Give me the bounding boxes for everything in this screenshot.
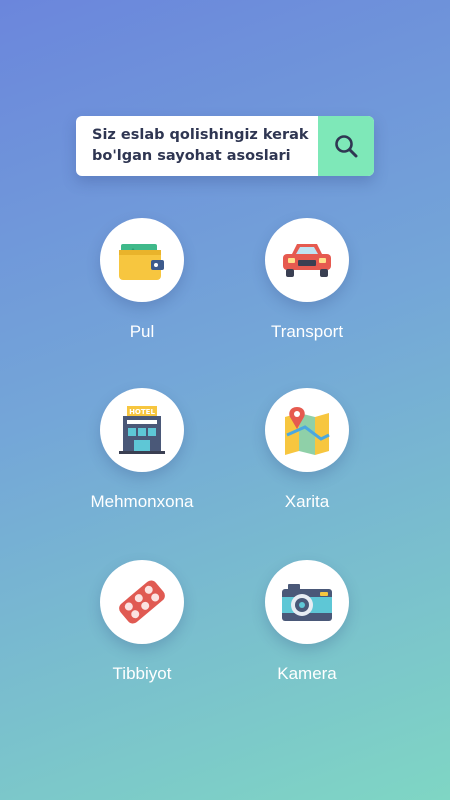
category-kamera-label: Kamera [277,664,337,683]
hotel-icon: HOTEL [119,406,165,454]
car-icon [283,244,331,277]
category-transport-circle[interactable] [265,218,349,302]
category-tibbiyot-circle[interactable] [100,560,184,644]
category-kamera[interactable]: Kamera [247,560,367,684]
category-pul[interactable]: Pul [82,218,202,342]
search-icon [335,135,358,158]
category-pul-label: Pul [129,322,155,341]
category-xarita-label: Xarita [284,492,330,511]
search-prompt-line-2: bo'lgan sayohat asoslari [92,148,291,164]
category-pul-circle[interactable] [100,218,184,302]
map-icon [285,407,330,455]
category-xarita[interactable]: Xarita [247,388,367,512]
search-prompt-line-1: Siz eslab qolishingiz kerak [92,127,309,143]
category-kamera-circle[interactable] [265,560,349,644]
pills-icon [119,580,165,624]
search-prompt: Siz eslab qolishingiz kerak bo'lgan sayo… [92,125,322,167]
category-tibbiyot-label: Tibbiyot [112,664,172,683]
wallet-icon [119,244,164,280]
category-transport[interactable]: Transport [247,218,367,342]
category-mehmonxona-label: Mehmonxona [90,492,194,511]
category-mehmonxona[interactable]: HOTEL Mehmonxona [82,388,202,512]
hotel-sign-text: HOTEL [129,408,155,416]
category-xarita-circle[interactable] [265,388,349,472]
category-mehmonxona-circle[interactable]: HOTEL [100,388,184,472]
category-tibbiyot[interactable]: Tibbiyot [82,560,202,684]
category-transport-label: Transport [270,322,344,341]
search-button[interactable] [318,116,374,176]
search-bar[interactable]: Siz eslab qolishingiz kerak bo'lgan sayo… [76,116,374,176]
camera-icon [282,584,332,621]
